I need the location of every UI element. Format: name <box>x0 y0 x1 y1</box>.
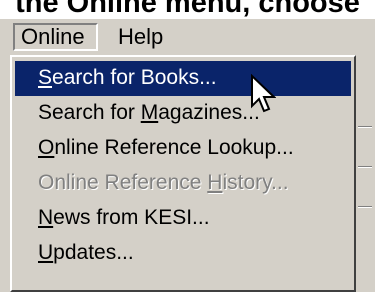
menu-help[interactable]: Help <box>112 23 169 51</box>
menu-item-updates[interactable]: Updates... <box>15 236 351 271</box>
window-background-right <box>356 56 375 292</box>
menu-item-label-prefix: Search for <box>38 101 141 124</box>
menu-item-label-suffix: istory... <box>222 171 289 194</box>
menu-item-accelerator: O <box>38 136 55 159</box>
menu-online[interactable]: Online <box>13 23 98 51</box>
menu-item-news-from-kesi[interactable]: News from KESI... <box>15 201 351 236</box>
menu-item-accelerator: H <box>207 171 223 194</box>
menu-item-accelerator: M <box>140 101 159 124</box>
menu-item-label-suffix: ews from KESI... <box>53 206 210 229</box>
menu-bar: Online Help <box>0 18 375 56</box>
online-dropdown-menu: Search for Books... Search for Magazines… <box>10 55 356 292</box>
menu-item-search-for-books[interactable]: Search for Books... <box>15 61 351 96</box>
screenshot-stage: the Online menu, choose Online Help Sear… <box>0 0 375 292</box>
menu-item-label-prefix: Online Reference <box>38 171 208 194</box>
menu-item-online-reference-history: Online Reference History... <box>15 166 351 201</box>
menu-item-search-for-magazines[interactable]: Search for Magazines... <box>15 96 351 131</box>
menu-item-label-suffix: agazines... <box>158 101 260 124</box>
menu-item-label-suffix: earch for Books... <box>52 66 217 89</box>
menu-item-accelerator: U <box>38 241 54 264</box>
window-divider <box>358 126 372 128</box>
arrow-cursor-icon <box>251 74 276 113</box>
instruction-caption: the Online menu, choose <box>15 0 360 19</box>
window-divider <box>358 166 372 168</box>
menu-item-label-suffix: pdates... <box>53 241 134 264</box>
menu-item-accelerator: S <box>38 66 53 89</box>
window-divider <box>358 206 372 208</box>
menu-item-accelerator: N <box>38 206 54 229</box>
menu-item-online-reference-lookup[interactable]: Online Reference Lookup... <box>15 131 351 166</box>
menu-item-label-suffix: nline Reference Lookup... <box>54 136 294 159</box>
